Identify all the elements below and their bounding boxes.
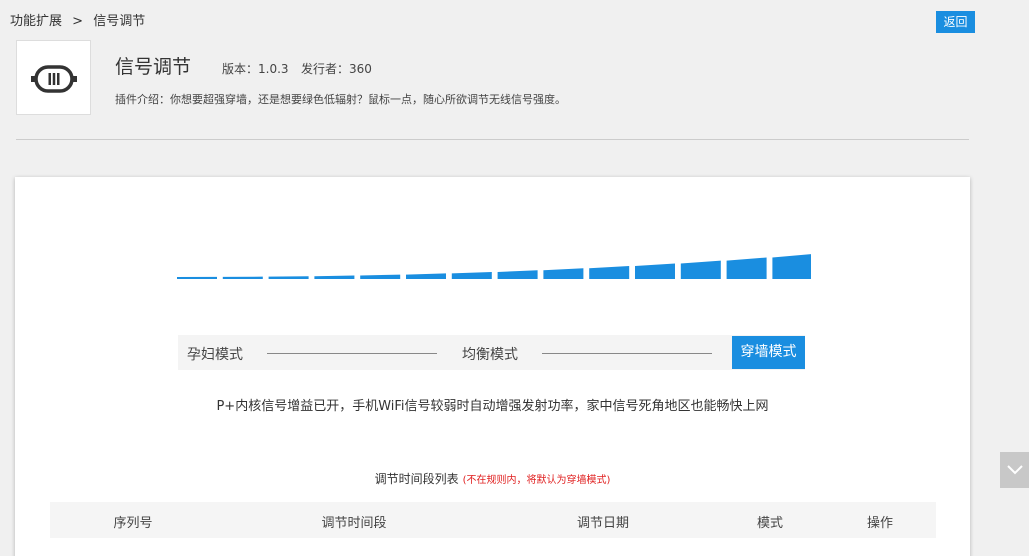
signal-bar xyxy=(772,254,811,279)
mode-track-line xyxy=(542,353,712,354)
mode-wall-penetration[interactable]: 穿墙模式 xyxy=(732,336,805,369)
signal-bar xyxy=(268,276,309,279)
breadcrumb-current: 信号调节 xyxy=(93,14,146,29)
breadcrumb-parent[interactable]: 功能扩展 xyxy=(10,14,62,29)
schedule-title-text: 调节时间段列表 xyxy=(374,472,459,486)
header-divider xyxy=(16,139,969,140)
signal-bar xyxy=(497,270,538,279)
column-header-index: 序列号 xyxy=(113,516,153,531)
signal-bar xyxy=(543,268,584,279)
signal-panel: 孕妇模式 均衡模式 穿墙模式 P+内核信号增益已开，手机WiFi信号较弱时自动增… xyxy=(15,177,970,556)
version-label: 版本：1.0.3 xyxy=(222,62,289,76)
schedule-table-header: 序列号 调节时间段 调节日期 模式 操作 xyxy=(50,502,936,538)
column-header-time-range: 调节时间段 xyxy=(321,516,387,531)
signal-bar xyxy=(406,273,446,279)
column-header-date: 调节日期 xyxy=(576,516,630,531)
column-header-mode: 模式 xyxy=(756,516,784,531)
mode-pregnant[interactable]: 孕妇模式 xyxy=(187,344,243,364)
signal-strength-graph xyxy=(177,254,811,279)
mode-description: P+内核信号增益已开，手机WiFi信号较弱时自动增强发射功率，家中信号死角地区也… xyxy=(216,399,769,414)
signal-bar xyxy=(680,260,721,279)
signal-bar xyxy=(360,274,401,279)
signal-bar xyxy=(635,263,675,279)
chevron-down-icon xyxy=(1006,465,1023,475)
schedule-note: (不在规则内，将默认为穿墙模式) xyxy=(462,475,611,486)
scroll-down-button[interactable] xyxy=(1000,452,1029,488)
signal-bar xyxy=(589,266,630,279)
mode-track-line xyxy=(267,353,437,354)
plugin-icon-box xyxy=(16,40,91,115)
breadcrumb: 功能扩展 > 信号调节 xyxy=(10,10,151,29)
breadcrumb-separator: > xyxy=(72,14,84,29)
signal-bar xyxy=(177,276,217,279)
plugin-description: 插件介绍：你想要超强穿墙，还是想要绿色低辐射？鼠标一点，随心所欲调节无线信号强度… xyxy=(115,93,566,106)
signal-bar xyxy=(726,257,767,279)
column-header-action: 操作 xyxy=(866,516,894,531)
router-antenna-icon xyxy=(30,64,77,93)
plugin-title: 信号调节 xyxy=(115,56,192,78)
mode-balanced[interactable]: 均衡模式 xyxy=(462,344,518,364)
signal-bar xyxy=(451,271,492,279)
publisher-label: 发行者：360 xyxy=(301,62,372,76)
back-button[interactable]: 返回 xyxy=(936,11,975,33)
mode-selector: 孕妇模式 均衡模式 穿墙模式 xyxy=(178,335,805,370)
schedule-title: 调节时间段列表 (不在规则内，将默认为穿墙模式) xyxy=(15,470,970,487)
signal-bar xyxy=(222,276,263,279)
signal-bar xyxy=(314,275,355,279)
